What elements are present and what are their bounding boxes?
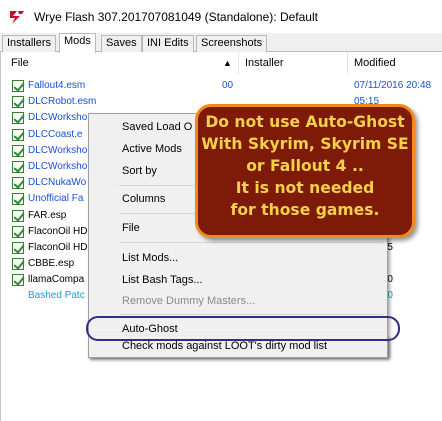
menu-item-list-mods[interactable]: List Mods... [89, 247, 387, 269]
mod-active-checkbox[interactable] [12, 96, 24, 109]
menu-item-list-bash-tags[interactable]: List Bash Tags... [89, 269, 387, 291]
mod-active-checkbox[interactable] [12, 112, 24, 125]
mod-file-name: DLCWorksho [28, 112, 88, 124]
tab-mods[interactable]: Mods [59, 33, 96, 53]
mod-active-checkbox[interactable] [12, 128, 24, 141]
mod-active-checkbox[interactable] [12, 225, 24, 238]
mod-file-name: DLCNukaWo [28, 177, 87, 189]
context-menu-tail: Check mods against LOOT's dirty mod list [88, 336, 388, 358]
callout-line: With Skyrim, Skyrim SE [201, 135, 409, 153]
window-title: Wrye Flash 307.201707081049 (Standalone)… [34, 9, 318, 24]
callout-line: Do not use Auto-Ghost [205, 113, 405, 131]
callout-line: or Fallout 4 .. [246, 157, 364, 175]
mod-active-checkbox[interactable] [12, 193, 24, 206]
callout-line: for those games. [230, 201, 380, 219]
tab-installers[interactable]: Installers [2, 35, 57, 52]
mod-active-checkbox[interactable] [12, 80, 24, 92]
mod-row[interactable]: Fallout4.esm 00 07/11/2016 20:48 [1, 78, 442, 94]
warning-callout: Do not use Auto-Ghost With Skyrim, Skyri… [195, 104, 415, 238]
mod-file-name: Fallout4.esm [28, 80, 86, 91]
mod-file-name: Unofficial Fa [28, 193, 84, 205]
mod-file-name: DLCWorksho [28, 144, 88, 156]
mod-file-name: FlaconOil HD [28, 241, 88, 253]
wrye-flash-logo-icon [10, 10, 24, 24]
tab-saves[interactable]: Saves [101, 35, 142, 52]
mod-active-checkbox[interactable] [12, 274, 24, 287]
mod-active-checkbox[interactable] [12, 258, 24, 271]
title-bar: Wrye Flash 307.201707081049 (Standalone)… [0, 0, 442, 33]
column-header-file[interactable]: File ▲ [5, 52, 239, 74]
menu-item-remove-dummy-masters: Remove Dummy Masters... [122, 295, 256, 307]
mod-active-checkbox[interactable] [12, 177, 24, 190]
mod-modified-date: 07/11/2016 20:48 [354, 80, 432, 91]
menu-separator [119, 242, 383, 243]
tab-bar: Installers Mods Saves INI Edits Screensh… [0, 33, 442, 53]
column-header-modified[interactable]: Modified [348, 52, 442, 74]
mod-file-name: DLCRobot.esm [28, 96, 97, 108]
mod-file-name: FAR.esp [28, 209, 67, 221]
tab-ini-edits[interactable]: INI Edits [142, 35, 194, 52]
mod-file-name: FlaconOil HD [28, 225, 88, 237]
mod-file-name: DLCWorksho [28, 160, 88, 172]
mod-active-checkbox[interactable] [12, 241, 24, 254]
column-header-installer[interactable]: Installer [239, 52, 348, 74]
tab-screenshots[interactable]: Screenshots [196, 35, 268, 52]
mod-file-name: CBBE.esp [28, 258, 75, 270]
sort-ascending-icon: ▲ [223, 58, 232, 68]
mod-load-order: 00 [222, 80, 234, 91]
mod-active-checkbox[interactable] [12, 144, 24, 157]
mod-active-checkbox[interactable] [12, 160, 24, 173]
mod-file-name: llamaCompa [28, 274, 85, 286]
mod-file-name: Bashed Patc [28, 290, 85, 302]
menu-item-check-dirty-mods[interactable]: Check mods against LOOT's dirty mod list [89, 335, 387, 357]
menu-separator [119, 314, 383, 315]
callout-line: It is not needed [235, 179, 375, 197]
mod-active-checkbox[interactable] [12, 209, 24, 222]
mod-file-name: DLCCoast.e [28, 128, 83, 140]
